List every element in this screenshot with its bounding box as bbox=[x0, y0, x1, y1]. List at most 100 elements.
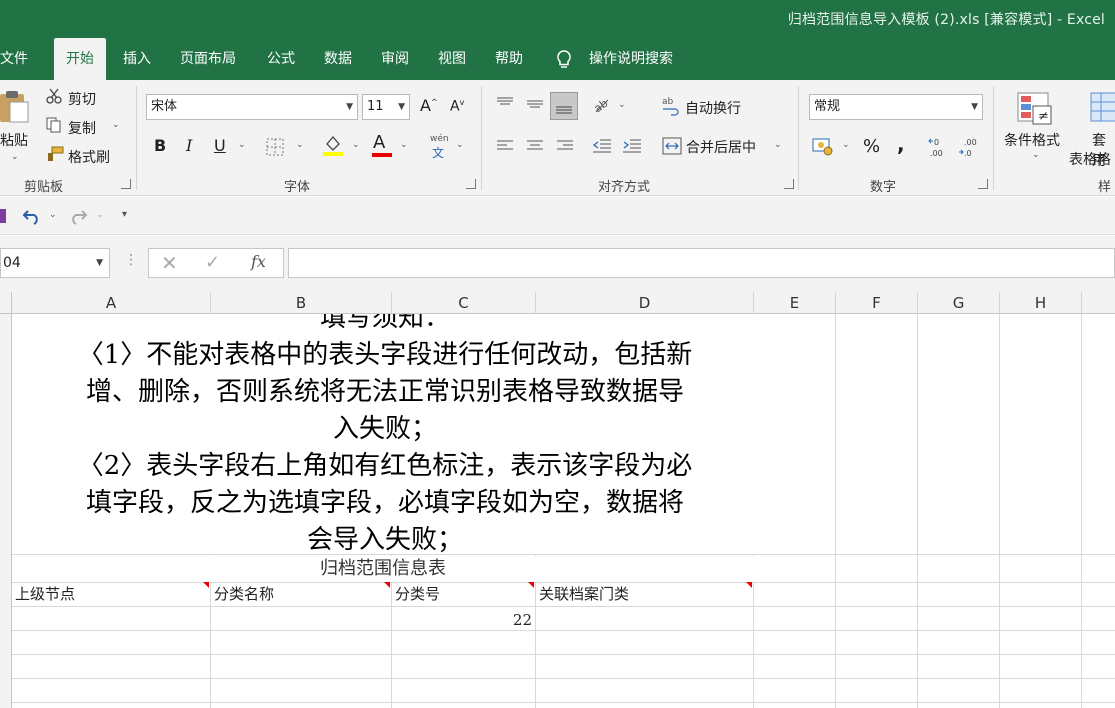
tell-me-search[interactable]: 操作说明搜索 bbox=[577, 38, 685, 80]
column-header-g[interactable]: G bbox=[918, 292, 1000, 314]
decrease-decimal-icon[interactable]: .00 .0 bbox=[958, 136, 980, 158]
paste-icon[interactable] bbox=[0, 88, 30, 124]
phonetic-dropdown-arrow[interactable]: ⌄ bbox=[456, 140, 464, 150]
orientation-dropdown-arrow[interactable]: ⌄ bbox=[618, 100, 626, 110]
table-cell[interactable] bbox=[12, 608, 208, 632]
notice-line: 〈2〉表头字段右上角如有红色标注，表示该字段为必 bbox=[77, 451, 693, 481]
column-header-c[interactable]: C bbox=[392, 292, 536, 314]
increase-font-size-icon[interactable]: A^ bbox=[420, 96, 438, 115]
chevron-down-icon: ▼ bbox=[398, 102, 405, 112]
tab-home[interactable]: 开始 bbox=[54, 38, 106, 80]
tab-insert[interactable]: 插入 bbox=[111, 38, 163, 80]
table-title-cell[interactable]: 归档范围信息表 bbox=[12, 556, 754, 582]
increase-decimal-icon[interactable]: 0 .00 bbox=[928, 136, 950, 158]
accounting-dropdown-arrow[interactable]: ⌄ bbox=[842, 140, 850, 150]
group-separator bbox=[481, 86, 482, 190]
header-cell-category-name[interactable]: 分类名称 bbox=[211, 582, 391, 606]
accounting-format-icon[interactable] bbox=[812, 136, 834, 156]
save-icon[interactable] bbox=[0, 209, 6, 223]
column-header-i[interactable] bbox=[1082, 292, 1115, 314]
column-header-b[interactable]: B bbox=[211, 292, 392, 314]
customize-qat-icon[interactable]: ▾ bbox=[122, 209, 127, 220]
bold-button[interactable]: B bbox=[154, 136, 166, 155]
styles-group-label: 样 bbox=[1098, 180, 1112, 195]
window-title: 归档范围信息导入模板 (2).xls [兼容模式] - Excel bbox=[787, 12, 1105, 28]
decrease-indent-icon[interactable] bbox=[592, 138, 612, 154]
gridline bbox=[12, 554, 1115, 555]
phonetic-guide-button[interactable]: wén bbox=[430, 134, 449, 144]
column-header-h[interactable]: H bbox=[1000, 292, 1082, 314]
underline-button[interactable]: U bbox=[214, 136, 226, 155]
copy-dropdown-arrow[interactable]: ⌄ bbox=[112, 120, 120, 130]
table-cell[interactable]: 22 bbox=[392, 608, 532, 632]
worksheet-grid[interactable]: 填写须知： 〈1〉不能对表格中的表头字段进行任何改动，包括新 增、删除，否则系统… bbox=[12, 314, 1115, 708]
number-format-combo[interactable]: 常规 ▼ bbox=[809, 94, 983, 120]
orientation-icon[interactable]: ab bbox=[592, 96, 612, 114]
paste-dropdown-arrow[interactable]: ⌄ bbox=[11, 152, 19, 162]
format-as-table-button-line2[interactable]: 表格格 bbox=[1069, 149, 1111, 169]
undo-icon[interactable] bbox=[22, 207, 42, 225]
undo-dropdown-arrow[interactable]: ⌄ bbox=[49, 210, 57, 220]
align-top-icon[interactable] bbox=[496, 96, 514, 112]
notice-merged-cell[interactable]: 填写须知： 〈1〉不能对表格中的表头字段进行任何改动，包括新 增、删除，否则系统… bbox=[12, 314, 754, 554]
header-cell-parent-node[interactable]: 上级节点 bbox=[12, 582, 210, 606]
formula-input[interactable] bbox=[288, 248, 1115, 278]
tab-view[interactable]: 视图 bbox=[426, 38, 478, 80]
fill-color-dropdown-arrow[interactable]: ⌄ bbox=[352, 140, 360, 150]
font-color-button[interactable]: A bbox=[373, 132, 385, 153]
conditional-formatting-button[interactable]: 条件格式 bbox=[1004, 130, 1060, 150]
tab-data[interactable]: 数据 bbox=[312, 38, 364, 80]
font-color-dropdown-arrow[interactable]: ⌄ bbox=[400, 140, 408, 150]
tab-help[interactable]: 帮助 bbox=[483, 38, 535, 80]
number-dialog-launcher[interactable] bbox=[978, 179, 988, 189]
font-name-combo[interactable]: 宋体 ▼ bbox=[146, 94, 358, 120]
align-center-icon[interactable] bbox=[526, 138, 544, 154]
cancel-formula-icon[interactable]: ✕ bbox=[161, 251, 178, 275]
merge-center-button[interactable]: 合并后居中 bbox=[686, 137, 756, 157]
tab-file[interactable]: 文件 bbox=[0, 38, 40, 80]
table-cell[interactable] bbox=[536, 608, 750, 632]
redo-icon[interactable] bbox=[68, 207, 88, 225]
conditional-formatting-arrow[interactable]: ⌄ bbox=[1032, 150, 1040, 160]
table-cell[interactable] bbox=[211, 608, 389, 632]
align-right-icon[interactable] bbox=[556, 138, 574, 154]
paste-button[interactable]: 粘贴 bbox=[0, 130, 28, 150]
column-header-e[interactable]: E bbox=[754, 292, 836, 314]
increase-indent-icon[interactable] bbox=[622, 138, 642, 154]
number-format-value: 常规 bbox=[814, 99, 841, 114]
align-left-icon[interactable] bbox=[496, 138, 514, 154]
fill-color-icon[interactable] bbox=[322, 134, 344, 156]
comma-style-button[interactable]: , bbox=[897, 132, 905, 156]
underline-dropdown-arrow[interactable]: ⌄ bbox=[238, 140, 246, 150]
header-cell-archive-type[interactable]: 关联档案门类 bbox=[536, 582, 753, 606]
header-cell-category-code[interactable]: 分类号 bbox=[392, 582, 535, 606]
tab-review[interactable]: 审阅 bbox=[369, 38, 421, 80]
redo-dropdown-arrow[interactable]: ⌄ bbox=[96, 210, 104, 220]
font-group-label: 字体 bbox=[284, 180, 311, 195]
name-box[interactable]: 04 ▼ bbox=[0, 248, 110, 278]
enter-formula-icon[interactable]: ✓ bbox=[205, 252, 220, 273]
decrease-font-size-icon[interactable]: Av bbox=[450, 98, 464, 115]
select-all-corner[interactable] bbox=[0, 292, 12, 314]
font-dialog-launcher[interactable] bbox=[466, 179, 476, 189]
column-header-a[interactable]: A bbox=[12, 292, 211, 314]
font-size-combo[interactable]: 11 ▼ bbox=[362, 94, 410, 120]
clipboard-dialog-launcher[interactable] bbox=[121, 179, 131, 189]
cut-button[interactable]: 剪切 bbox=[68, 89, 96, 109]
percent-style-button[interactable]: % bbox=[863, 136, 880, 157]
align-bottom-button[interactable] bbox=[550, 92, 578, 120]
align-middle-icon[interactable] bbox=[526, 96, 544, 112]
italic-button[interactable]: I bbox=[186, 136, 192, 155]
wrap-text-button[interactable]: 自动换行 bbox=[685, 98, 741, 118]
merge-dropdown-arrow[interactable]: ⌄ bbox=[774, 140, 782, 150]
copy-button[interactable]: 复制 bbox=[68, 118, 96, 138]
tab-formulas[interactable]: 公式 bbox=[255, 38, 307, 80]
alignment-dialog-launcher[interactable] bbox=[784, 179, 794, 189]
column-header-f[interactable]: F bbox=[836, 292, 918, 314]
column-header-d[interactable]: D bbox=[536, 292, 754, 314]
insert-function-button[interactable]: fx bbox=[251, 252, 266, 271]
borders-icon[interactable] bbox=[266, 138, 284, 156]
tab-page-layout[interactable]: 页面布局 bbox=[168, 38, 248, 80]
format-painter-button[interactable]: 格式刷 bbox=[68, 147, 110, 167]
borders-dropdown-arrow[interactable]: ⌄ bbox=[296, 140, 304, 150]
